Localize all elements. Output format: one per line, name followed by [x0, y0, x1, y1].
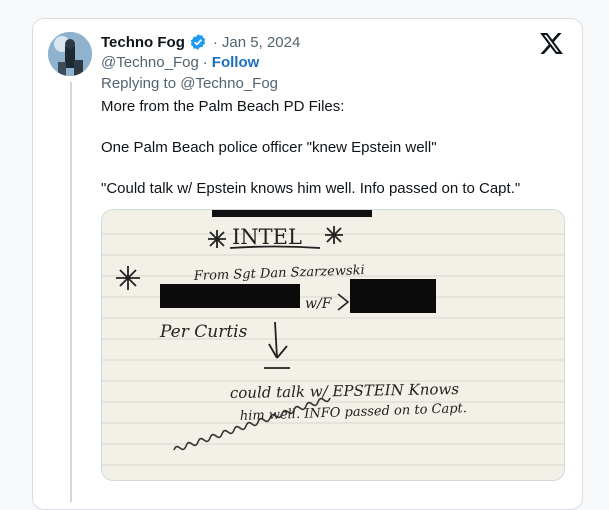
note-per-curtis: Per Curtis: [159, 322, 248, 342]
avatar[interactable]: [48, 32, 92, 76]
note-wf: w/F: [305, 296, 333, 312]
tweet-line-1: More from the Palm Beach PD Files:: [101, 98, 345, 115]
author-name[interactable]: Techno Fog: [101, 34, 185, 51]
dot-separator: ·: [212, 33, 218, 51]
follow-button[interactable]: Follow: [212, 54, 260, 71]
x-logo-icon[interactable]: [540, 33, 563, 54]
thread-line: [70, 82, 72, 502]
author-handle[interactable]: @Techno_Fog: [101, 54, 199, 71]
dot-separator-2: ·: [202, 54, 208, 71]
verified-badge-icon: [190, 34, 206, 50]
replying-prefix: Replying to: [101, 74, 177, 92]
note-heading: INTEL: [232, 225, 302, 249]
tweet-line-2: One Palm Beach police officer "knew Epst…: [101, 139, 437, 156]
replying-handle[interactable]: @Techno_Fog: [180, 75, 278, 92]
tweet-date[interactable]: Jan 5, 2024: [222, 34, 300, 51]
tweet-media-image[interactable]: INTEL From Sgt Dan Szarzewski w/F Per Cu…: [101, 209, 565, 481]
avatar-image: [48, 32, 92, 76]
handwritten-note-image: INTEL From Sgt Dan Szarzewski w/F Per Cu…: [102, 210, 564, 480]
tweet-header: Techno Fog · Jan 5, 2024 @Techno_Fog · F…: [101, 32, 501, 93]
tweet-line-3: "Could talk w/ Epstein knows him well. I…: [101, 180, 521, 197]
